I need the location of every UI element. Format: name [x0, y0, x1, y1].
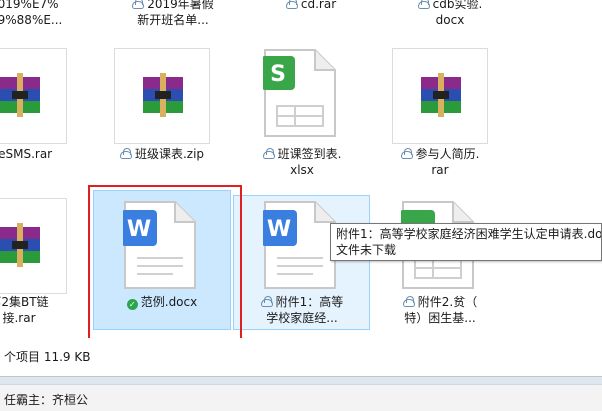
winrar-archive-icon: [421, 73, 461, 117]
file-name: 班课签到表. xlsx: [233, 146, 371, 178]
file-item-signin-sheet[interactable]: S 班课签到表. xlsx: [233, 40, 371, 180]
winrar-archive-icon: [0, 223, 40, 267]
archive-thumbnail: [0, 48, 67, 144]
file-caption-top-2[interactable]: 2019年暑假 新开班名单...: [118, 0, 228, 28]
file-item-class-schedule[interactable]: 班级课表.zip: [93, 40, 231, 180]
file-name: 附件1：高等 学校家庭经...: [233, 294, 371, 326]
background-text: 任霸主：齐桓公: [4, 393, 89, 407]
cloud-icon: [417, 0, 430, 9]
archive-thumbnail: [0, 198, 67, 294]
window-separator: [0, 376, 602, 384]
file-item-resumes[interactable]: 参与人简历. rar: [371, 40, 509, 180]
status-bar: 个项目 11.9 KB: [0, 338, 602, 376]
cloud-icon: [260, 296, 273, 307]
tooltip-filename: 附件1：高等学校家庭经济困难学生认定申请表.doc: [336, 227, 602, 241]
cloud-icon: [400, 148, 413, 159]
spreadsheet-file-icon: S: [263, 49, 336, 137]
word-document-icon: W: [123, 201, 196, 289]
file-name: 参与人简历. rar: [371, 146, 509, 178]
file-caption-top-4[interactable]: cdb实验. docx: [395, 0, 505, 28]
background-window-strip: 任霸主：齐桓公: [0, 384, 602, 411]
cloud-icon: [132, 0, 145, 9]
cloud-icon: [402, 296, 415, 307]
file-name: ✓ 范例.docx: [93, 294, 231, 310]
sync-check-icon: ✓: [126, 299, 138, 310]
file-name: fireSMS.rar: [0, 147, 53, 161]
file-list-view: 2019%E7% 39%88%E... 2019年暑假 新开班名单... cd.…: [0, 0, 602, 338]
word-document-icon: W: [263, 201, 336, 289]
svg-text:W: W: [127, 217, 151, 242]
cloud-icon: [119, 148, 132, 159]
file-name: 附件2.贫（ 特）困生基...: [402, 295, 478, 325]
file-name: 第2集BT链 接.rar: [0, 295, 49, 325]
cloud-icon: [285, 0, 298, 9]
file-tooltip: 附件1：高等学校家庭经济困难学生认定申请表.doc 文件未下载: [330, 223, 602, 261]
file-item-example-docx[interactable]: W ✓ 范例.docx: [93, 190, 231, 330]
svg-text:S: S: [270, 62, 286, 87]
file-caption-top-3[interactable]: cd.rar: [256, 0, 366, 12]
file-item-bt-link[interactable]: 第2集BT链 接.rar: [0, 190, 88, 330]
file-item-firesms[interactable]: fireSMS.rar: [0, 40, 88, 180]
archive-thumbnail: [392, 48, 488, 144]
cloud-icon: [262, 148, 275, 159]
winrar-archive-icon: [0, 73, 40, 117]
status-text: 个项目 11.9 KB: [4, 350, 91, 364]
file-name: 班级课表.zip: [93, 146, 231, 162]
tooltip-status: 文件未下载: [336, 243, 397, 257]
winrar-archive-icon: [143, 73, 183, 117]
svg-text:W: W: [267, 217, 291, 242]
file-caption-top-1[interactable]: 2019%E7% 39%88%E...: [0, 0, 100, 28]
archive-thumbnail: [114, 48, 210, 144]
